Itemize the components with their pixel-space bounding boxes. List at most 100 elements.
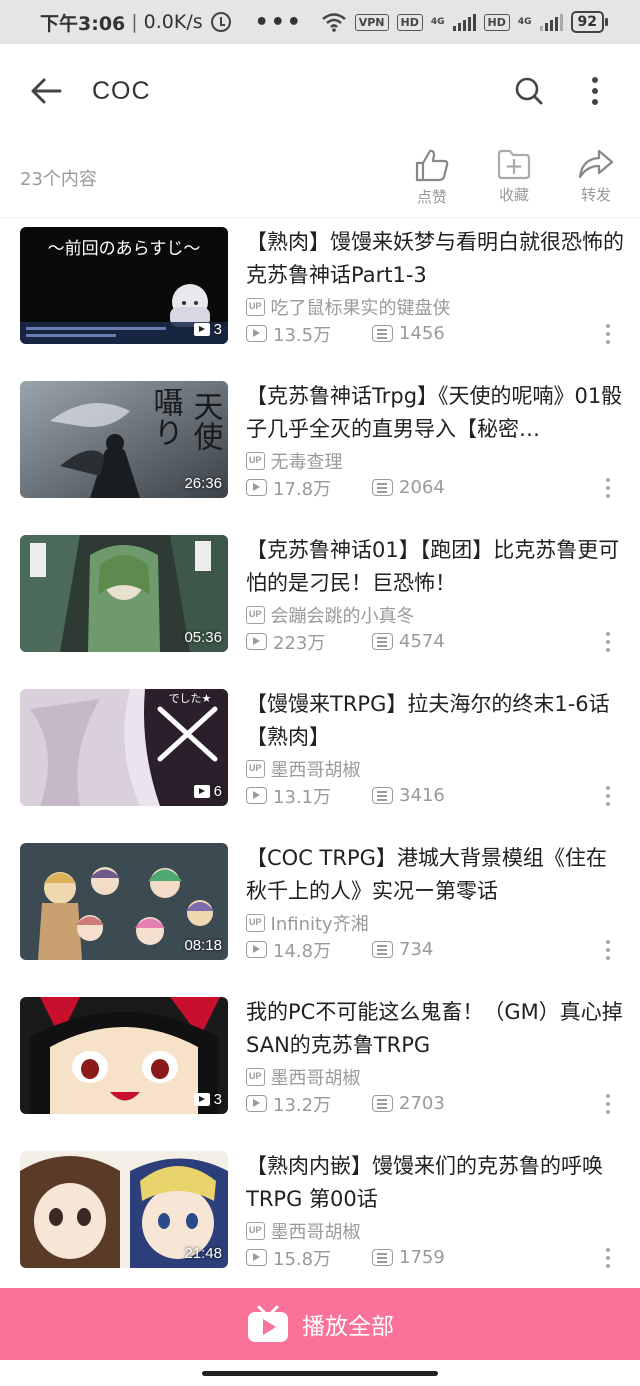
video-item[interactable]: 3 我的PC不可能这么鬼畜！（GM）真心掉SAN的克苏鲁TRPG UP 墨西哥胡椒… bbox=[0, 988, 640, 1142]
play-count-icon bbox=[246, 1249, 267, 1266]
video-author-row: UP 吃了鼠标果实的键盘侠 bbox=[246, 293, 624, 320]
hd-icon: HD bbox=[396, 13, 423, 31]
like-button[interactable]: 点赞 bbox=[406, 148, 458, 207]
arrow-left-icon bbox=[31, 78, 62, 104]
video-thumbnail: 21:48 bbox=[20, 1151, 228, 1268]
view-count-text: 13.2万 bbox=[273, 1094, 332, 1116]
danmaku-icon bbox=[372, 479, 393, 496]
search-button[interactable] bbox=[504, 66, 554, 116]
video-item[interactable]: 08:18 【COC TRPG】港城大背景模组《住在秋千上的人》实况ー第零话 U… bbox=[0, 834, 640, 988]
video-title: 【COC TRPG】港城大背景模组《住在秋千上的人》实况ー第零话 bbox=[246, 846, 607, 903]
playlist-badge: 6 bbox=[193, 783, 222, 800]
danmaku-icon bbox=[372, 325, 393, 342]
item-more-button[interactable] bbox=[598, 938, 618, 962]
video-info: 【克苏鲁神话Trpg】《天使的呢喃》01骰子几乎全灭的直男导入【秘密… UP 无毒… bbox=[246, 380, 624, 501]
video-item[interactable]: 天使 囁り 26:36 【克苏鲁神话Trpg】《天使的呢喃》01骰子几乎全灭的直… bbox=[0, 372, 640, 526]
status-indicators: VPN HD 4G HD 4G 92 bbox=[321, 11, 609, 33]
danmaku-count-text: 3416 bbox=[399, 785, 445, 806]
video-author-row: UP 墨西哥胡椒 bbox=[246, 755, 624, 782]
more-options-button[interactable] bbox=[570, 66, 620, 116]
play-count-icon bbox=[246, 479, 267, 496]
view-count: 14.8万 bbox=[246, 937, 372, 963]
view-count-text: 15.8万 bbox=[273, 1248, 332, 1270]
danmaku-count: 2703 bbox=[372, 1093, 498, 1114]
app-bar-actions bbox=[504, 66, 620, 116]
view-count-text: 17.8万 bbox=[273, 478, 332, 500]
danmaku-count-text: 2064 bbox=[399, 477, 445, 498]
video-author: Infinity齐湘 bbox=[270, 913, 369, 935]
list-actions: 点赞 收藏 转发 bbox=[406, 148, 622, 207]
video-stats: 13.5万 1456 bbox=[246, 320, 624, 347]
video-thumbnail: 05:36 bbox=[20, 535, 228, 652]
view-count: 17.8万 bbox=[246, 475, 372, 501]
home-indicator[interactable] bbox=[0, 1360, 640, 1386]
item-more-button[interactable] bbox=[598, 476, 618, 500]
item-more-button[interactable] bbox=[598, 784, 618, 808]
play-all-label: 播放全部 bbox=[302, 1314, 394, 1340]
badge-text: 6 bbox=[213, 783, 222, 800]
share-arrow-icon bbox=[578, 149, 614, 179]
favorite-button[interactable]: 收藏 bbox=[488, 148, 540, 207]
vpn-icon: VPN bbox=[354, 13, 389, 31]
video-item[interactable]: 05:36 【克苏鲁神话01】【跑团】比克苏鲁更可怕的是刁民！巨恐怖！ UP 会蹦… bbox=[0, 526, 640, 680]
play-count-icon bbox=[246, 633, 267, 650]
play-count-icon bbox=[246, 1095, 267, 1112]
item-more-button[interactable] bbox=[598, 630, 618, 654]
view-count: 15.8万 bbox=[246, 1245, 372, 1271]
status-bar: 下午3:06 | 0.0K/s ••• VPN HD 4G HD 4G 92 bbox=[0, 0, 640, 44]
view-count: 223万 bbox=[246, 629, 372, 655]
playlist-badge: 3 bbox=[193, 321, 222, 338]
play-count-icon bbox=[246, 787, 267, 804]
item-more-button[interactable] bbox=[598, 1246, 618, 1270]
video-stats: 13.1万 3416 bbox=[246, 782, 624, 809]
page-title: COC bbox=[92, 76, 151, 105]
thumb-caption: でした★ bbox=[169, 692, 212, 705]
danmaku-count-text: 2703 bbox=[399, 1093, 445, 1114]
search-icon bbox=[515, 77, 543, 105]
video-title: 【克苏鲁神话Trpg】《天使的呢喃》01骰子几乎全灭的直男导入【秘密… bbox=[246, 384, 623, 441]
video-info: 我的PC不可能这么鬼畜！（GM）真心掉SAN的克苏鲁TRPG UP 墨西哥胡椒 1… bbox=[246, 996, 624, 1117]
video-author: 墨西哥胡椒 bbox=[270, 1067, 361, 1089]
app-bar: COC bbox=[0, 44, 640, 138]
playlist-icon bbox=[193, 1093, 210, 1106]
danmaku-count: 734 bbox=[372, 939, 498, 960]
badge-text: 08:18 bbox=[184, 937, 222, 954]
danmaku-icon bbox=[372, 1249, 393, 1266]
danmaku-count: 1456 bbox=[372, 323, 498, 344]
play-all-button[interactable]: 播放全部 bbox=[0, 1288, 640, 1360]
up-icon: UP bbox=[246, 451, 265, 470]
back-button[interactable] bbox=[20, 65, 72, 117]
signal-icon bbox=[452, 13, 476, 31]
video-author: 墨西哥胡椒 bbox=[270, 1221, 361, 1243]
video-item[interactable]: 21:48 【熟肉内嵌】馒馒来们的克苏鲁的呼唤TRPG 第00话 UP 墨西哥胡椒… bbox=[0, 1142, 640, 1296]
play-count-icon bbox=[246, 325, 267, 342]
video-author: 吃了鼠标果实的键盘侠 bbox=[270, 297, 451, 319]
danmaku-count: 2064 bbox=[372, 477, 498, 498]
view-count: 13.5万 bbox=[246, 321, 372, 347]
wifi-icon bbox=[321, 13, 346, 32]
video-item[interactable]: ～前回のあらすじ～ 3 【熟肉】馒馒来妖梦与看明白就很恐怖的克苏鲁神话Part1… bbox=[0, 218, 640, 372]
thumb-text-2: 囁り bbox=[148, 387, 183, 447]
duration-badge: 08:18 bbox=[184, 937, 222, 954]
danmaku-icon bbox=[372, 633, 393, 650]
video-info: 【熟肉】馒馒来妖梦与看明白就很恐怖的克苏鲁神话Part1-3 UP 吃了鼠标果实的… bbox=[246, 226, 624, 347]
video-title: 【馒馒来TRPG】拉夫海尔的终末1-6话【熟肉】 bbox=[246, 692, 610, 749]
duration-badge: 05:36 bbox=[184, 629, 222, 646]
danmaku-count-text: 734 bbox=[399, 939, 434, 960]
alarm-icon bbox=[210, 12, 231, 32]
video-title: 【熟肉】馒馒来妖梦与看明白就很恐怖的克苏鲁神话Part1-3 bbox=[246, 230, 624, 287]
share-button[interactable]: 转发 bbox=[570, 148, 622, 207]
add-folder-icon bbox=[497, 149, 531, 180]
item-more-button[interactable] bbox=[598, 322, 618, 346]
duration-badge: 21:48 bbox=[184, 1245, 222, 1262]
list-header: 23个内容 点赞 收藏 转发 bbox=[0, 138, 640, 218]
status-net-speed: 0.0K/s bbox=[143, 11, 203, 33]
playlist-badge: 3 bbox=[193, 1091, 222, 1108]
badge-text: 3 bbox=[213, 1091, 222, 1108]
thumb-caption: ～前回のあらすじ～ bbox=[48, 239, 201, 259]
danmaku-icon bbox=[372, 941, 393, 958]
video-item[interactable]: でした★ 6 【馒馒来TRPG】拉夫海尔的终末1-6话【熟肉】 UP 墨西哥胡椒 … bbox=[0, 680, 640, 834]
thumbs-up-icon bbox=[415, 149, 449, 182]
item-more-button[interactable] bbox=[598, 1092, 618, 1116]
video-list: ～前回のあらすじ～ 3 【熟肉】馒馒来妖梦与看明白就很恐怖的克苏鲁神话Part1… bbox=[0, 218, 640, 1296]
